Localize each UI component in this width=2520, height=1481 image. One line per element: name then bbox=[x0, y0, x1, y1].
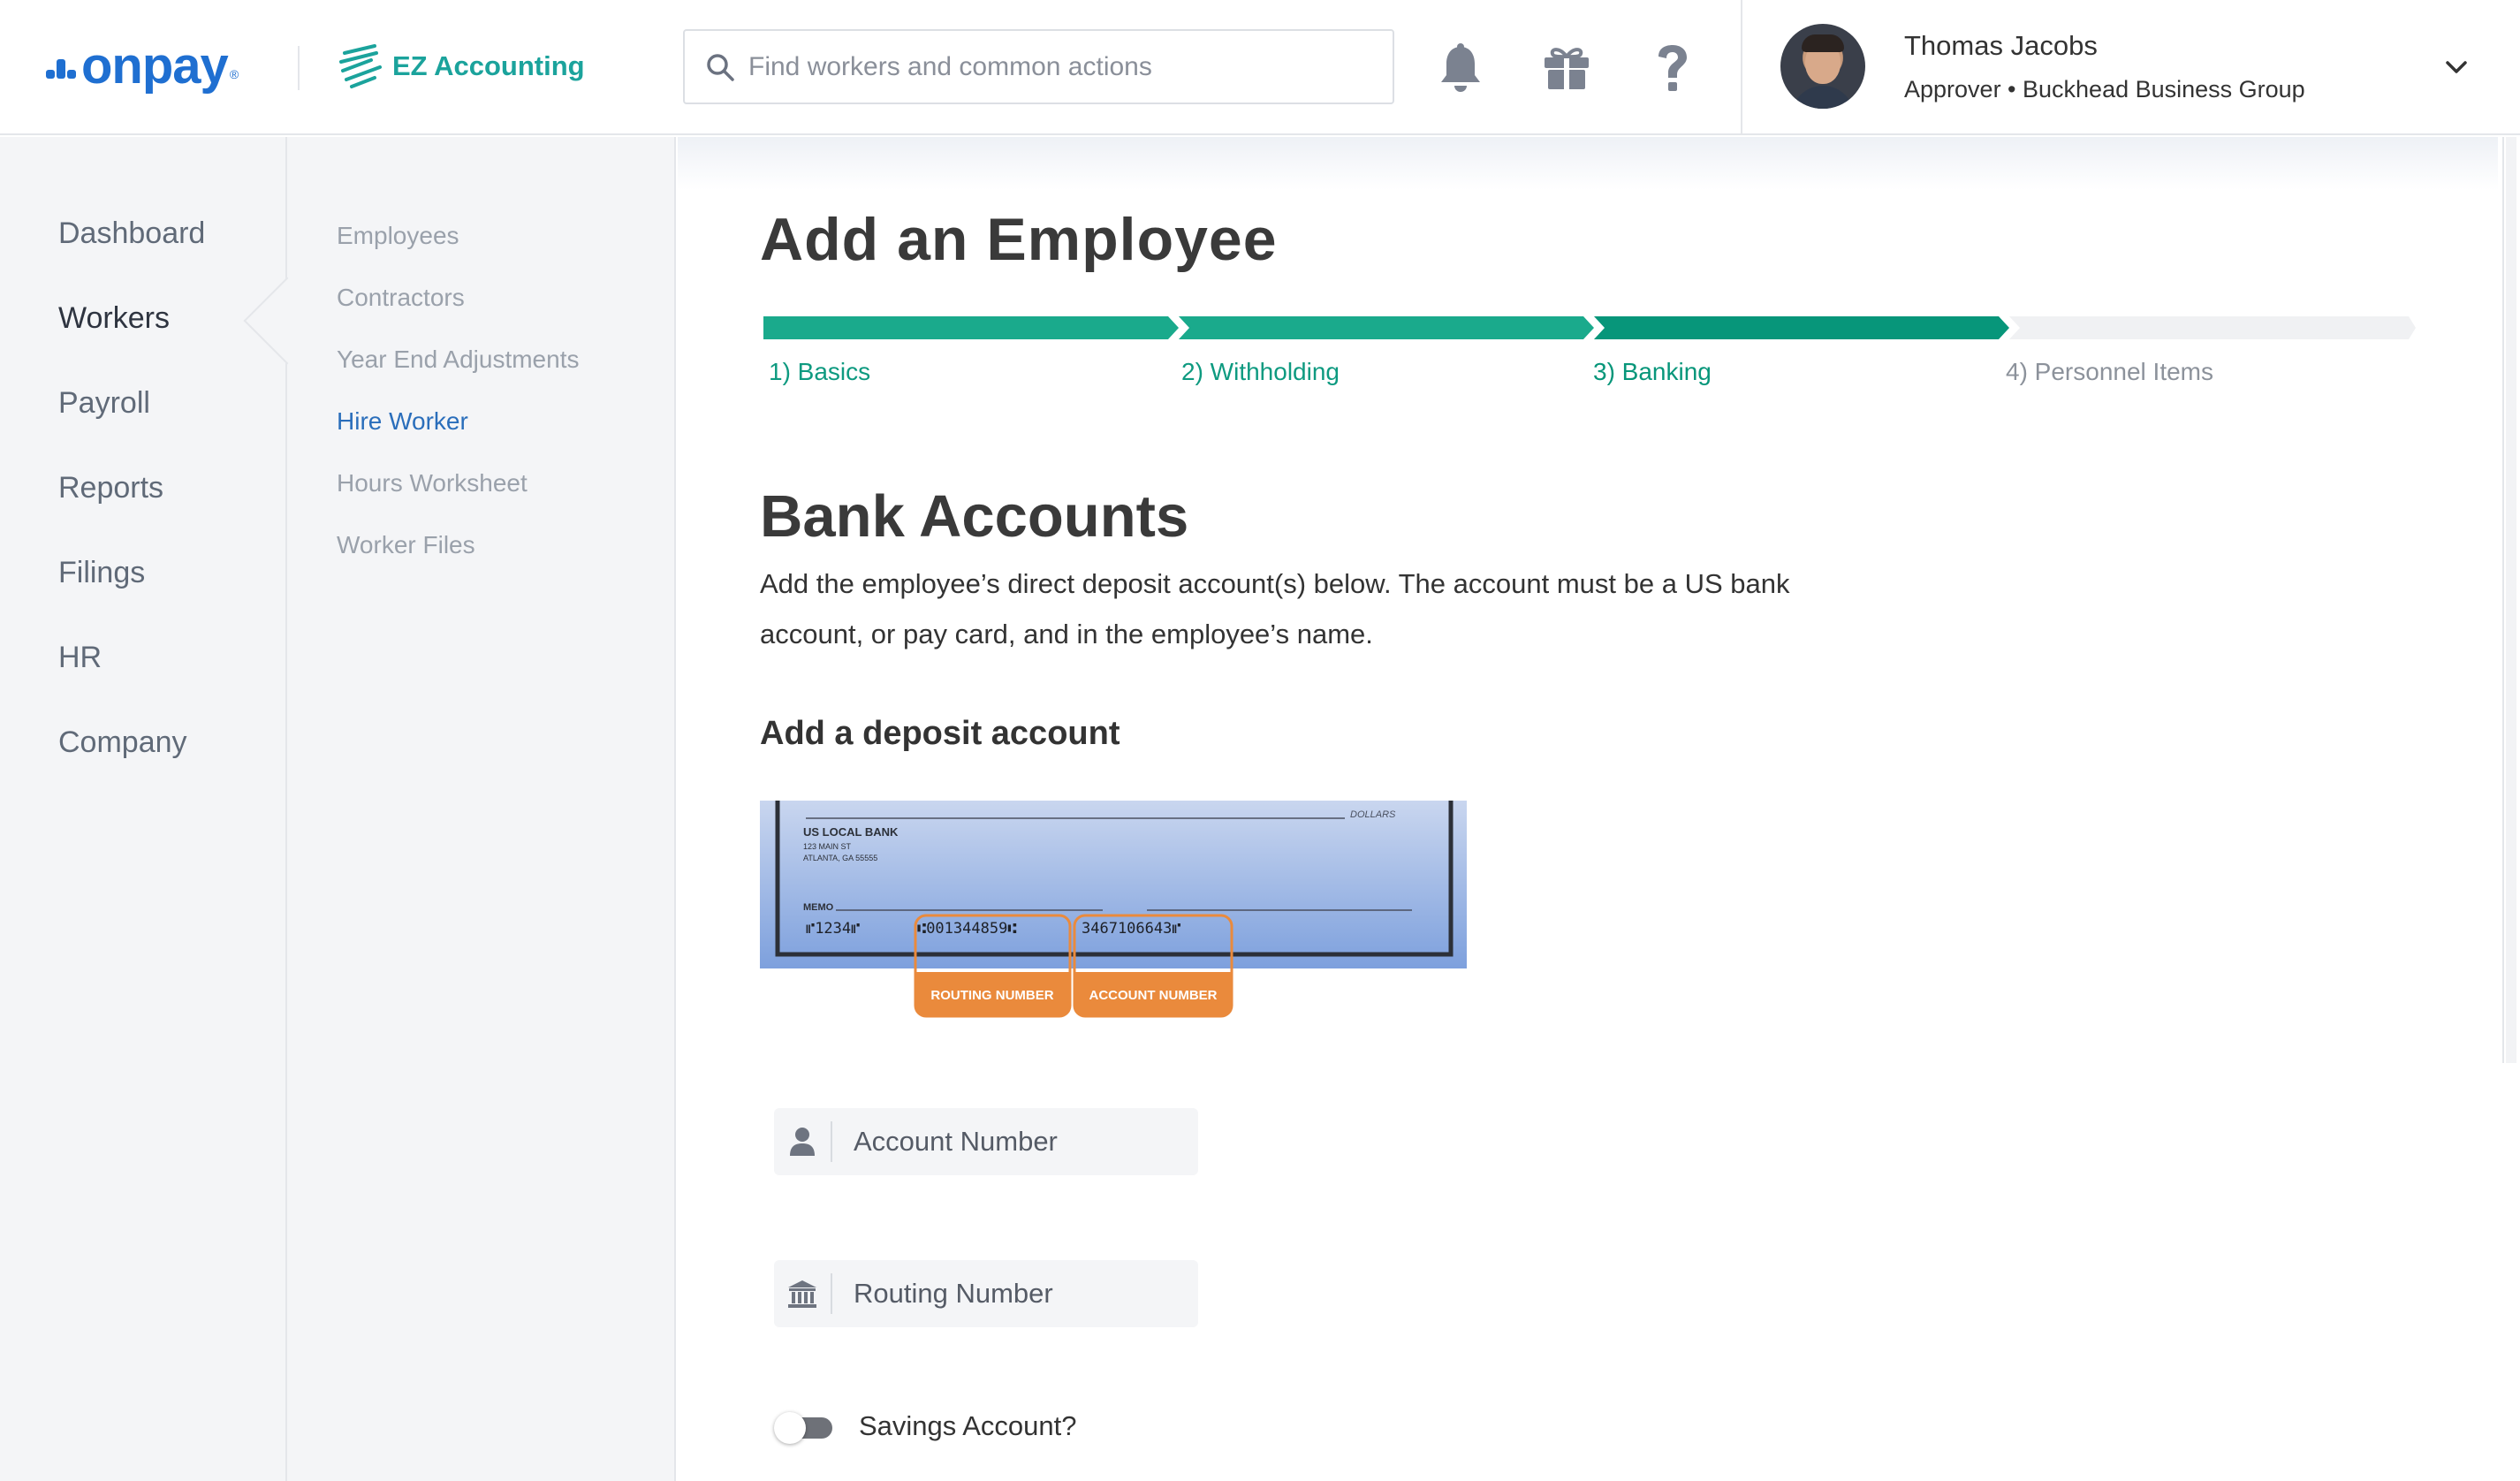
primary-sidebar bbox=[0, 137, 287, 1481]
deposit-subtitle: Add a deposit account bbox=[760, 715, 1120, 752]
routing-number-tag: ROUTING NUMBER bbox=[930, 988, 1053, 1003]
routing-number-field[interactable] bbox=[774, 1260, 1198, 1327]
check-address-2: ATLANTA, GA 55555 bbox=[803, 854, 877, 862]
logo-mark-icon bbox=[46, 59, 76, 86]
nav-dashboard[interactable]: Dashboard bbox=[58, 216, 205, 251]
subnav-year-end-adjustments[interactable]: Year End Adjustments bbox=[337, 346, 579, 374]
account-number-tag: ACCOUNT NUMBER bbox=[1089, 988, 1218, 1003]
step-label-personnel-items: 4) Personnel Items bbox=[2006, 358, 2213, 385]
step-label-withholding[interactable]: 2) Withholding bbox=[1181, 358, 1340, 386]
logo-text: onpay bbox=[81, 36, 229, 95]
section-title: Bank Accounts bbox=[760, 483, 1189, 550]
bell-icon bbox=[1441, 43, 1480, 92]
check-micr-number: ⑈1234⑈ bbox=[806, 920, 860, 938]
bank-icon bbox=[774, 1273, 832, 1314]
nav-filings[interactable]: Filings bbox=[58, 556, 145, 590]
savings-account-label: Savings Account? bbox=[859, 1410, 1077, 1441]
user-divider bbox=[1741, 0, 1742, 135]
nav-company[interactable]: Company bbox=[58, 725, 187, 760]
nav-payroll[interactable]: Payroll bbox=[58, 386, 150, 421]
gift-icon bbox=[1545, 48, 1589, 89]
account-number-field[interactable] bbox=[774, 1108, 1198, 1175]
check-illustration: DOLLARS US LOCAL BANK 123 MAIN ST ATLANT… bbox=[760, 801, 1467, 1027]
secondary-sidebar bbox=[287, 137, 676, 1481]
search-icon bbox=[707, 53, 734, 81]
subnav-worker-files[interactable]: Worker Files bbox=[337, 531, 475, 559]
header-divider bbox=[298, 46, 300, 90]
check-address-1: 123 MAIN ST bbox=[803, 842, 852, 851]
avatar[interactable] bbox=[1780, 24, 1865, 109]
check-micr-account: 3467106643⑈ bbox=[1082, 920, 1181, 938]
user-name: Thomas Jacobs bbox=[1904, 30, 2098, 61]
page-title: Add an Employee bbox=[760, 206, 1278, 273]
step-bar-basics bbox=[763, 316, 1179, 339]
savings-account-toggle[interactable] bbox=[774, 1412, 836, 1444]
chevron-down-icon[interactable] bbox=[2440, 51, 2472, 83]
notifications-button[interactable] bbox=[1430, 37, 1492, 99]
main-top-shade bbox=[678, 137, 2498, 190]
step-label-banking[interactable]: 3) Banking bbox=[1593, 358, 1712, 386]
nav-hr[interactable]: HR bbox=[58, 641, 102, 675]
help-button[interactable] bbox=[1642, 37, 1704, 99]
search-input[interactable] bbox=[748, 51, 1367, 82]
step-bar-personnel bbox=[2009, 316, 2416, 339]
help-icon bbox=[1658, 45, 1687, 91]
check-memo-label: MEMO bbox=[803, 902, 834, 913]
onpay-logo[interactable]: onpay ® bbox=[46, 36, 239, 95]
partner-name: EZ Accounting bbox=[392, 50, 585, 81]
rewards-button[interactable] bbox=[1536, 37, 1598, 99]
check-micr-routing: ⑆001344859⑆ bbox=[917, 920, 1017, 938]
scrollbar-thumb[interactable] bbox=[2506, 137, 2516, 1063]
routing-number-input[interactable] bbox=[854, 1278, 1189, 1310]
section-description: Add the employee’s direct deposit accoun… bbox=[760, 568, 1790, 649]
subnav-contractors[interactable]: Contractors bbox=[337, 284, 465, 312]
nav-reports[interactable]: Reports bbox=[58, 471, 163, 505]
step-bar-banking bbox=[1594, 316, 2009, 339]
step-bar-withholding bbox=[1179, 316, 1594, 339]
progress-stepper bbox=[763, 316, 2416, 339]
check-image: DOLLARS US LOCAL BANK 123 MAIN ST ATLANT… bbox=[760, 801, 1467, 1018]
check-dollars-label: DOLLARS bbox=[1350, 809, 1396, 820]
toggle-knob bbox=[774, 1412, 806, 1444]
user-role: Approver • Buckhead Business Group bbox=[1904, 76, 2305, 103]
nav-workers[interactable]: Workers bbox=[58, 301, 170, 336]
step-label-basics[interactable]: 1) Basics bbox=[769, 358, 870, 386]
check-bank-name: US LOCAL BANK bbox=[803, 825, 899, 839]
top-header: onpay ® EZ Accounting Find workers and c… bbox=[0, 0, 2520, 135]
subnav-hire-worker[interactable]: Hire Worker bbox=[337, 407, 468, 436]
account-number-input[interactable] bbox=[854, 1126, 1189, 1158]
ez-accounting-logo-icon bbox=[339, 44, 382, 88]
subnav-employees[interactable]: Employees bbox=[337, 222, 459, 250]
search-box[interactable] bbox=[683, 29, 1394, 104]
logo-registered-mark: ® bbox=[229, 67, 239, 81]
person-icon bbox=[774, 1121, 832, 1162]
subnav-hours-worksheet[interactable]: Hours Worksheet bbox=[337, 469, 528, 497]
partner-logo[interactable]: EZ Accounting bbox=[336, 40, 585, 93]
